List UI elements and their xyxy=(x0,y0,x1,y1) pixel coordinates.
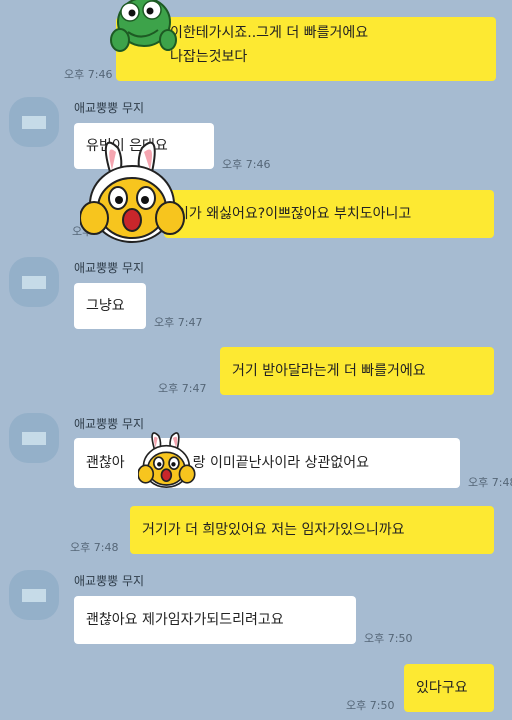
message-time: 오후 7:46 xyxy=(64,68,113,81)
contact-name: 애교뿡뿡 무지 xyxy=(74,101,145,115)
message-time: 오후 7:47 xyxy=(158,382,207,395)
message-text: 있다구요 xyxy=(416,680,468,696)
message-text: 거기가 더 희망있어요 저는 임자가있으니까요 xyxy=(142,522,405,538)
contact-avatar[interactable] xyxy=(9,257,59,307)
message-text: 그냥요 xyxy=(86,298,125,314)
message-time: 오후 7:48 xyxy=(70,541,119,554)
frog-sticker[interactable] xyxy=(108,0,178,58)
avatar-placeholder-icon xyxy=(22,276,46,289)
message-text: 랑 이미끝난사이라 상관없어요 xyxy=(192,455,369,471)
message-time: 오후 7:50 xyxy=(364,632,413,645)
message-time: 오후 7:48 xyxy=(468,476,512,489)
avatar-placeholder-icon xyxy=(22,432,46,445)
my-message-bubble[interactable]: 있다구요 xyxy=(404,664,494,712)
contact-name: 애교뿡뿡 무지 xyxy=(74,261,145,275)
message-text: 거기 받아달라는게 더 빠를거에요 xyxy=(232,363,426,379)
message-time: 오후 7:47 xyxy=(154,316,203,329)
muzi-sticker[interactable] xyxy=(80,138,190,250)
message-time: 오후 7:46 xyxy=(222,158,271,171)
avatar-placeholder-icon xyxy=(22,589,46,602)
my-message-bubble[interactable]: 이가 왜싫어요?이쁘잖아요 부치도아니고 xyxy=(164,190,494,238)
their-message-bubble[interactable]: 괜찮아 랑 이미끝난사이라 상관없어요 xyxy=(74,438,460,488)
message-line: 이한테가시죠..그게 더 빠를거에요 xyxy=(170,25,369,41)
my-message-bubble[interactable]: 거기 받아달라는게 더 빠를거에요 xyxy=(220,347,494,395)
message-line: 나잡는것보다 xyxy=(170,49,248,65)
contact-avatar[interactable] xyxy=(9,413,59,463)
chat-room[interactable]: 이한테가시죠..그게 더 빠를거에요 나잡는것보다 오후 7:46 애교뿡뿡 무… xyxy=(0,0,512,720)
message-text: 이가 왜싫어요?이쁘잖아요 부치도아니고 xyxy=(176,206,412,222)
message-text: 괜찮아 xyxy=(86,455,125,471)
message-time: 오후 7:50 xyxy=(346,699,395,712)
avatar-placeholder-icon xyxy=(22,116,46,129)
my-message-bubble[interactable]: 거기가 더 희망있어요 저는 임자가있으니까요 xyxy=(130,506,494,554)
contact-name: 애교뿡뿡 무지 xyxy=(74,417,145,431)
contact-avatar[interactable] xyxy=(9,97,59,147)
their-message-bubble[interactable]: 그냥요 xyxy=(74,283,146,329)
muzi-sticker[interactable] xyxy=(138,430,198,492)
contact-name: 애교뿡뿡 무지 xyxy=(74,574,145,588)
their-message-bubble[interactable]: 괜찮아요 제가임자가되드리려고요 xyxy=(74,596,356,644)
contact-avatar[interactable] xyxy=(9,570,59,620)
message-text: 괜찮아요 제가임자가되드리려고요 xyxy=(86,612,284,628)
